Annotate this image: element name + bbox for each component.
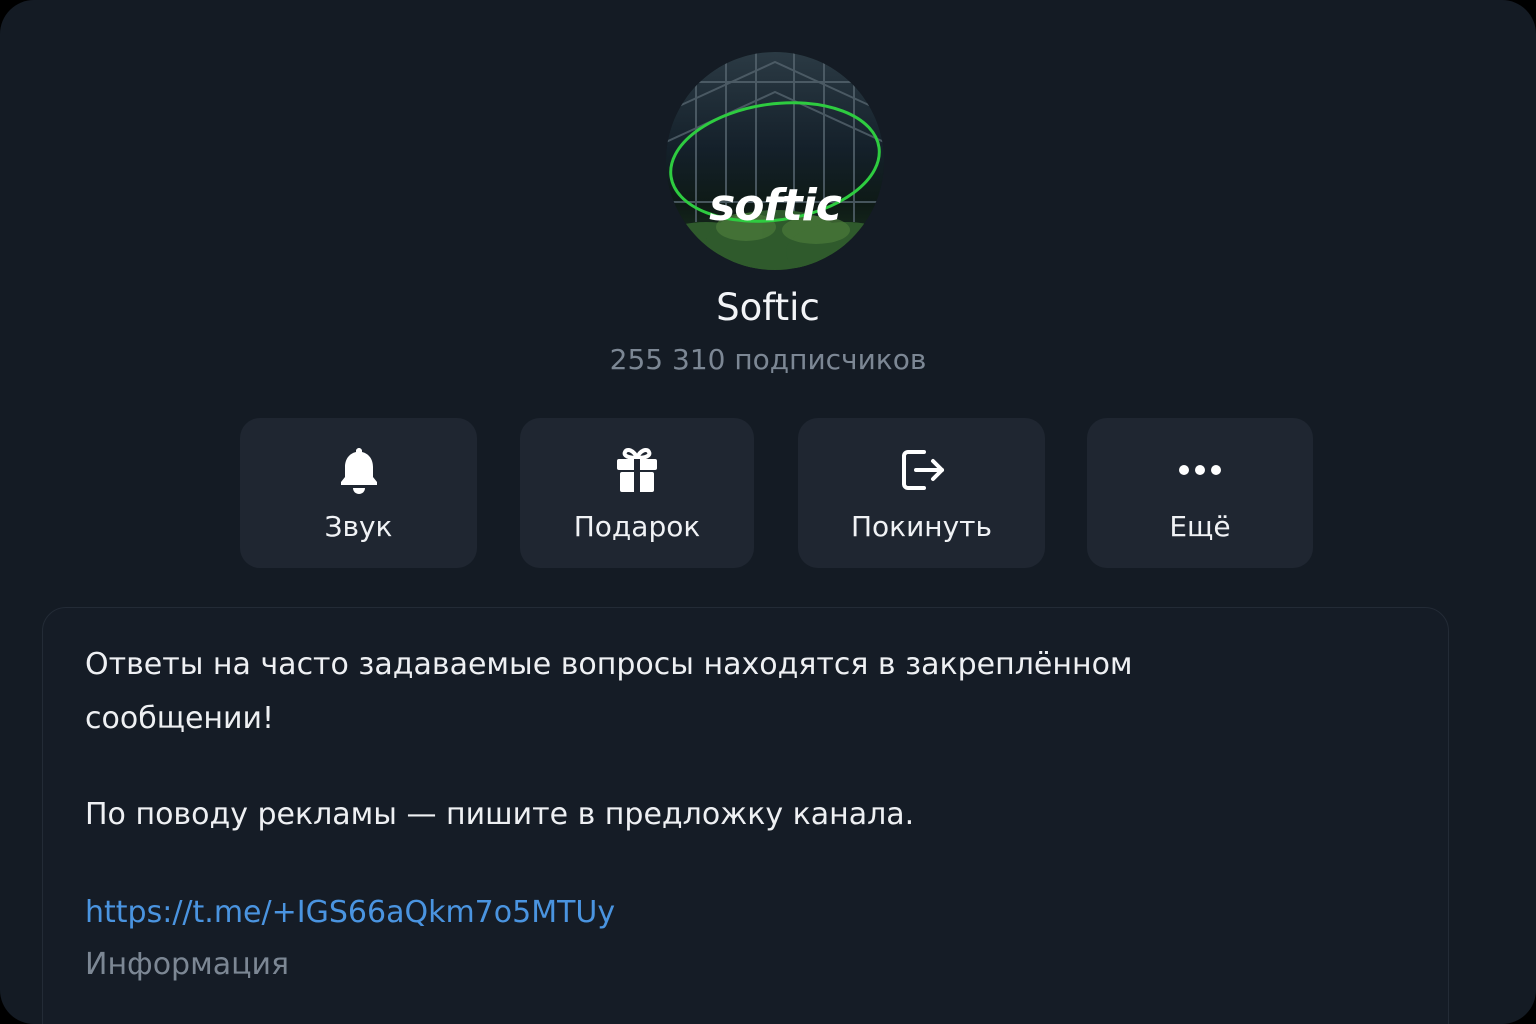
channel-name: Softic bbox=[716, 286, 820, 329]
info-label: Информация bbox=[85, 947, 290, 982]
more-label: Ещё bbox=[1169, 510, 1231, 543]
invite-link[interactable]: https://t.me/+IGS66aQkm7o5MTUy bbox=[85, 886, 615, 940]
leave-button[interactable]: Покинуть bbox=[798, 418, 1045, 568]
leave-icon bbox=[901, 450, 944, 490]
avatar-image bbox=[666, 52, 884, 270]
channel-avatar[interactable]: softic bbox=[666, 52, 884, 270]
gift-label: Подарок bbox=[573, 510, 701, 543]
channel-info-window: softic Softic 255 310 подписчиков Звук П… bbox=[0, 0, 1536, 1024]
avatar-logo-text: softic bbox=[709, 180, 842, 231]
description-faq: Ответы на часто задаваемые вопросы наход… bbox=[85, 647, 1133, 736]
more-icon bbox=[1179, 465, 1221, 475]
sound-button[interactable]: Звук bbox=[240, 418, 477, 568]
channel-info-card: Ответы на часто задаваемые вопросы наход… bbox=[42, 607, 1449, 1024]
leave-label: Покинуть bbox=[851, 510, 992, 543]
more-button[interactable]: Ещё bbox=[1087, 418, 1313, 568]
gift-button[interactable]: Подарок bbox=[520, 418, 754, 568]
bell-icon bbox=[340, 448, 377, 494]
description-ads: По поводу рекламы — пишите в предложку к… bbox=[85, 797, 915, 832]
subscriber-count: 255 310 подписчиков bbox=[609, 343, 927, 376]
sound-label: Звук bbox=[324, 510, 393, 543]
gift-icon bbox=[617, 448, 657, 492]
